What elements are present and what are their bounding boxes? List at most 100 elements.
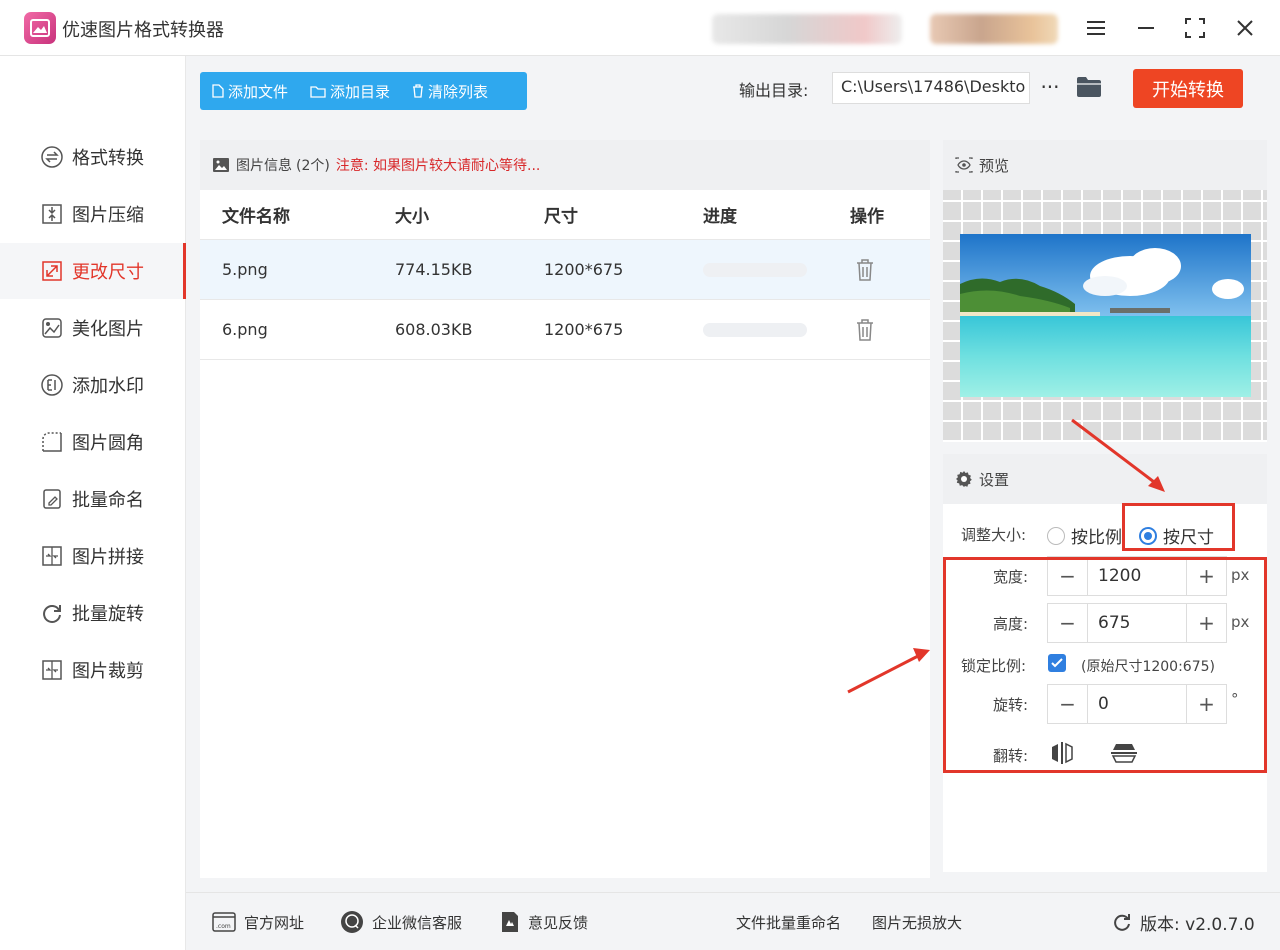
sidebar-item-crop[interactable]: 图片裁剪 bbox=[0, 642, 186, 698]
width-increment-button[interactable]: + bbox=[1186, 557, 1226, 595]
sidebar-item-beautify[interactable]: 美化图片 bbox=[0, 300, 186, 356]
official-website-link[interactable]: .com 官方网址 bbox=[212, 893, 304, 950]
file-count: (2个) bbox=[296, 158, 330, 174]
blurred-user-avatar[interactable] bbox=[930, 14, 1058, 44]
table-row[interactable]: 5.png 774.15KB 1200*675 bbox=[200, 240, 930, 300]
rotate-decrement-button[interactable]: − bbox=[1048, 685, 1088, 723]
settings-header: 设置 bbox=[943, 454, 1267, 504]
sidebar-item-format-convert[interactable]: 格式转换 bbox=[0, 129, 186, 185]
delete-icon[interactable] bbox=[855, 240, 875, 299]
original-size-note: (原始尺寸1200:675) bbox=[1081, 659, 1215, 675]
flip-vertical-icon[interactable] bbox=[1109, 741, 1139, 767]
col-progress: 进度 bbox=[703, 207, 737, 227]
by-size-radio[interactable]: 按尺寸 bbox=[1139, 523, 1214, 548]
blurred-account-info bbox=[712, 14, 902, 44]
sidebar-item-rotate[interactable]: 批量旋转 bbox=[0, 585, 186, 641]
website-icon: .com bbox=[212, 912, 236, 932]
resize-mode-label: 调整大小: bbox=[961, 526, 1027, 544]
eye-icon bbox=[955, 157, 973, 173]
width-stepper[interactable]: − 1200 + bbox=[1047, 556, 1227, 596]
trash-icon bbox=[412, 84, 424, 98]
sidebar-item-rename[interactable]: 批量命名 bbox=[0, 471, 186, 527]
by-ratio-radio[interactable]: 按比例 bbox=[1047, 523, 1122, 548]
batch-rename-link[interactable]: 文件批量重命名 bbox=[736, 893, 841, 950]
wechat-support-link[interactable]: 企业微信客服 bbox=[340, 893, 462, 950]
watermark-icon bbox=[40, 373, 64, 397]
sidebar-item-label: 图片压缩 bbox=[72, 205, 144, 226]
refresh-icon bbox=[1112, 912, 1132, 932]
sidebar-item-rounded-corner[interactable]: 图片圆角 bbox=[0, 414, 186, 470]
settings-panel: 设置 调整大小: 按比例 按尺寸 宽度: − 1200 + px 高度: − 6… bbox=[943, 454, 1267, 872]
preview-image bbox=[960, 234, 1251, 397]
output-dir-input[interactable]: C:\Users\17486\Deskto bbox=[832, 72, 1030, 104]
height-decrement-button[interactable]: − bbox=[1048, 604, 1088, 642]
sidebar-item-resize[interactable]: 更改尺寸 bbox=[0, 243, 186, 299]
flip-horizontal-icon[interactable] bbox=[1049, 741, 1079, 767]
rotate-label: 旋转: bbox=[993, 696, 1029, 714]
settings-title: 设置 bbox=[979, 470, 1010, 489]
sidebar-item-label: 图片圆角 bbox=[72, 433, 144, 454]
progress-bar bbox=[703, 322, 807, 337]
height-label: 高度: bbox=[993, 615, 1029, 633]
col-action: 操作 bbox=[850, 207, 884, 227]
rotate-increment-button[interactable]: + bbox=[1186, 685, 1226, 723]
app-logo-icon bbox=[24, 12, 56, 44]
height-stepper[interactable]: − 675 + bbox=[1047, 603, 1227, 643]
rotate-stepper[interactable]: − 0 + bbox=[1047, 684, 1227, 724]
flip-label: 翻转: bbox=[993, 747, 1029, 765]
start-convert-button[interactable]: 开始转换 bbox=[1133, 69, 1243, 108]
compress-icon bbox=[40, 202, 64, 226]
sidebar-item-label: 格式转换 bbox=[72, 148, 144, 169]
sidebar-item-watermark[interactable]: 添加水印 bbox=[0, 357, 186, 413]
file-size: 774.15KB bbox=[395, 260, 473, 279]
maximize-icon[interactable] bbox=[1179, 12, 1211, 44]
lossless-upscale-link[interactable]: 图片无损放大 bbox=[872, 893, 962, 950]
gear-icon bbox=[955, 470, 973, 488]
table-row[interactable]: 6.png 608.03KB 1200*675 bbox=[200, 300, 930, 360]
preview-title: 预览 bbox=[979, 156, 1010, 175]
minimize-icon[interactable] bbox=[1130, 12, 1162, 44]
add-file-button[interactable]: 添加文件 bbox=[200, 72, 298, 110]
crop-icon bbox=[40, 658, 64, 682]
delete-icon[interactable] bbox=[855, 300, 875, 359]
feedback-link[interactable]: 意见反馈 bbox=[500, 893, 588, 950]
clear-list-button[interactable]: 清除列表 bbox=[400, 72, 498, 110]
close-icon[interactable] bbox=[1229, 12, 1261, 44]
rotate-icon bbox=[40, 601, 64, 625]
version-info: 版本: v2.0.7.0 bbox=[1112, 893, 1255, 950]
progress-bar bbox=[703, 262, 807, 277]
chat-icon bbox=[340, 910, 364, 934]
file-warning: 注意: 如果图片较大请耐心等待... bbox=[335, 158, 541, 174]
sidebar-item-merge[interactable]: 图片拼接 bbox=[0, 528, 186, 584]
sidebar-item-label: 批量命名 bbox=[72, 490, 144, 511]
file-panel-title: 图片信息 bbox=[236, 158, 292, 174]
height-increment-button[interactable]: + bbox=[1186, 604, 1226, 642]
merge-icon bbox=[40, 544, 64, 568]
width-input[interactable]: 1200 bbox=[1088, 557, 1186, 595]
beautify-icon bbox=[40, 316, 64, 340]
swap-circle-icon bbox=[40, 145, 64, 169]
file-panel-header: 图片信息 (2个) 注意: 如果图片较大请耐心等待... bbox=[200, 140, 930, 190]
rename-icon bbox=[40, 487, 64, 511]
menu-icon[interactable] bbox=[1080, 12, 1112, 44]
file-list-panel: 图片信息 (2个) 注意: 如果图片较大请耐心等待... 文件名称 大小 尺寸 … bbox=[200, 140, 930, 878]
sidebar-item-label: 添加水印 bbox=[72, 376, 144, 397]
height-input[interactable]: 675 bbox=[1088, 604, 1186, 642]
degree-unit: ° bbox=[1231, 690, 1239, 708]
folder-icon bbox=[310, 85, 326, 98]
open-folder-icon[interactable] bbox=[1076, 76, 1104, 100]
height-unit: px bbox=[1231, 613, 1250, 631]
lock-ratio-checkbox[interactable] bbox=[1048, 654, 1066, 672]
width-decrement-button[interactable]: − bbox=[1048, 557, 1088, 595]
svg-text:.com: .com bbox=[216, 923, 231, 930]
output-dir-label: 输出目录: bbox=[739, 81, 809, 100]
file-dim: 1200*675 bbox=[544, 320, 624, 339]
sidebar-item-label: 图片拼接 bbox=[72, 547, 144, 568]
width-unit: px bbox=[1231, 566, 1250, 584]
rotate-input[interactable]: 0 bbox=[1088, 685, 1186, 723]
sidebar-item-compress[interactable]: 图片压缩 bbox=[0, 186, 186, 242]
file-toolbar: 添加文件 添加目录 清除列表 bbox=[200, 72, 527, 110]
rounded-corner-icon bbox=[40, 430, 64, 454]
more-options-button[interactable]: ··· bbox=[1038, 72, 1062, 104]
add-folder-button[interactable]: 添加目录 bbox=[298, 72, 400, 110]
